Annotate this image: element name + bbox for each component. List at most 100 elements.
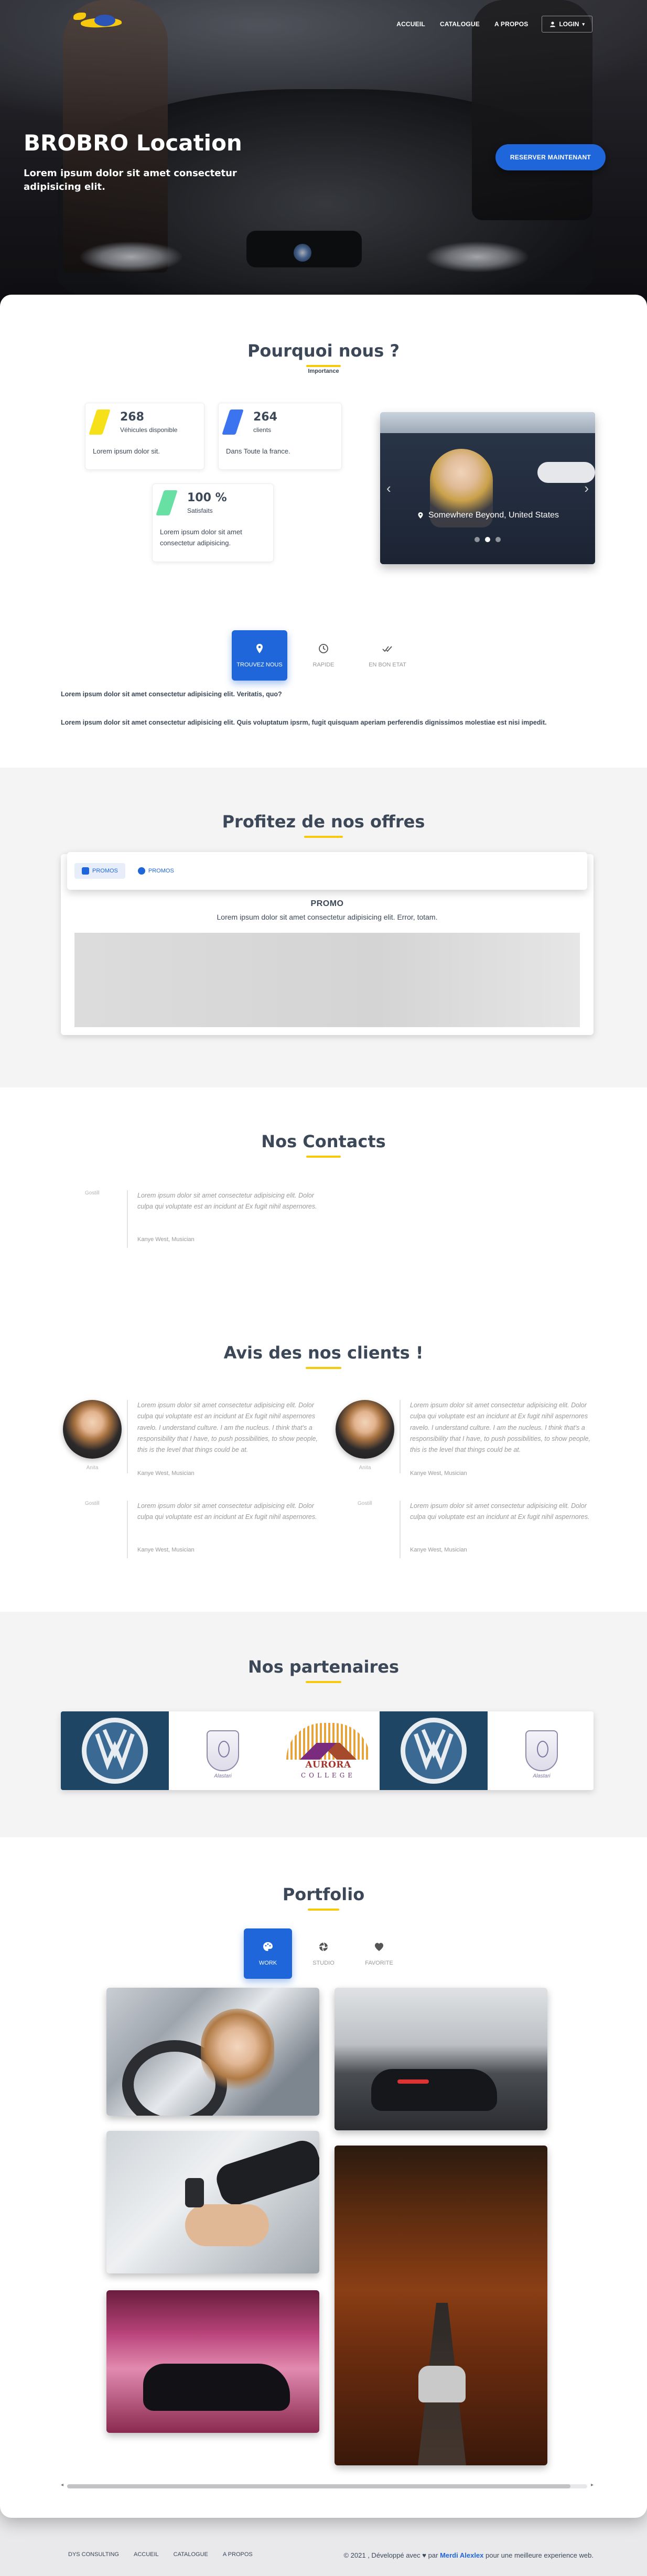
promo-icon	[82, 867, 89, 875]
footer-link-catalogue[interactable]: CATALOGUE	[174, 2551, 208, 2558]
black-car-body	[371, 2069, 497, 2111]
hand	[185, 2204, 269, 2246]
tab-rapide[interactable]: RAPIDE	[296, 630, 351, 681]
tab-work[interactable]: WORK	[244, 1928, 292, 1979]
offers-section: Profitez de nos offres PROMOS PROMOS PRO…	[0, 768, 647, 1087]
nav-links: ACCUEIL CATALOGUE A PROPOS LOGIN ▾	[390, 16, 592, 33]
promo-tab-label: PROMOS	[92, 868, 118, 874]
heart-icon: ♥	[422, 2551, 427, 2559]
tail-light	[397, 2079, 429, 2084]
scroll-thumb[interactable]	[67, 2484, 570, 2488]
black-car	[143, 2364, 290, 2411]
brand-logo[interactable]	[73, 12, 132, 33]
nav-link-accueil[interactable]: ACCUEIL	[390, 16, 432, 32]
carousel-prev-icon[interactable]: ‹	[386, 480, 391, 497]
tab-favorite[interactable]: FAVORITE	[355, 1928, 403, 1979]
reserve-now-button[interactable]: RESERVER MAINTENANT	[495, 144, 606, 170]
why-title: Pourquoi nous ?	[247, 341, 400, 361]
tab-label: FAVORITE	[365, 1960, 393, 1966]
scroll-right-icon[interactable]: ▸	[591, 2482, 594, 2488]
stat-card-vehicles: 268 Véhicules disponible Lorem ipsum dol…	[85, 403, 204, 470]
vw-mark-icon	[95, 1729, 135, 1771]
partners-carousel[interactable]: Alastari AURORA COLLEGE Alastari	[61, 1711, 594, 1790]
vw-logo-icon	[82, 1718, 148, 1784]
double-check-icon	[382, 646, 392, 652]
promo-tabs: PROMOS PROMOS	[67, 852, 587, 890]
contacts-title-underline	[306, 1156, 341, 1158]
vw-mark-icon	[414, 1729, 454, 1771]
portfolio-image-keys[interactable]	[106, 2131, 319, 2273]
reviews-title: Avis des nos clients !	[223, 1343, 424, 1363]
stat-value: 268	[120, 411, 144, 424]
review-author: Kanye West, Musician	[137, 1547, 195, 1553]
why-paragraph-2: Lorem ipsum dolor sit amet consectetur a…	[61, 719, 547, 726]
aurora-college-logo: AURORA COLLEGE	[277, 1711, 380, 1790]
carousel-next-icon[interactable]: ›	[584, 480, 589, 497]
contact-text: Lorem ipsum dolor sit amet consectetur a…	[137, 1192, 317, 1211]
portfolio-title: Portfolio	[282, 1884, 365, 1904]
tab-en-bon-etat[interactable]: EN BON ETAT	[360, 630, 415, 681]
login-dropdown-button[interactable]: LOGIN ▾	[542, 16, 592, 33]
stat-value: 100 %	[187, 491, 227, 504]
carousel-dot[interactable]	[495, 537, 501, 542]
footer-link-a-propos[interactable]: A PROPOS	[223, 2551, 253, 2558]
horizontal-scrollbar[interactable]: ◂ ▸	[61, 2482, 594, 2489]
scroll-left-icon[interactable]: ◂	[61, 2482, 63, 2488]
partners-section: Nos partenaires Alastari AURORA COLLEGE	[0, 1612, 647, 1837]
promo-tab-2[interactable]: PROMOS	[131, 863, 181, 879]
carousel-dot-active[interactable]	[485, 537, 490, 542]
portfolio-image-black-car[interactable]	[335, 1988, 547, 2130]
footer: DYS CONSULTING ACCUEIL CATALOGUE A PROPO…	[0, 2537, 647, 2576]
portfolio-image-autumn-road[interactable]	[335, 2146, 547, 2465]
portfolio-tabs: WORK STUDIO FAVORITE	[0, 1928, 647, 1979]
offers-title: Profitez de nos offres	[222, 812, 425, 832]
heart-icon	[375, 1943, 383, 1951]
portfolio-image-pink-car[interactable]	[106, 2290, 319, 2433]
author-link[interactable]: Merdi Alexlex	[440, 2551, 483, 2559]
image-carousel[interactable]: ‹ › Somewhere Beyond, United States	[380, 412, 595, 564]
hero-subtitle: Lorem ipsum dolor sit amet consectetur a…	[24, 168, 237, 193]
crest-logo: Alastari	[169, 1711, 277, 1790]
partners-title-underline	[306, 1681, 341, 1683]
carousel-photo-hand	[537, 462, 595, 483]
studio-icon	[319, 1942, 328, 1952]
crest-logo-icon	[525, 1730, 558, 1771]
tab-studio[interactable]: STUDIO	[299, 1928, 348, 1979]
clock-icon	[319, 644, 328, 653]
stat-label: Véhicules disponible	[120, 426, 178, 434]
logo-circle-icon	[94, 15, 115, 26]
promo-card: PROMOS PROMOS PROMO Lorem ipsum dolor si…	[61, 852, 594, 1035]
nav-link-a-propos[interactable]: A PROPOS	[488, 16, 535, 32]
stat-icon-yellow	[89, 409, 111, 435]
carousel-caption: Somewhere Beyond, United States	[417, 511, 559, 520]
promo-tab-1[interactable]: PROMOS	[74, 863, 125, 879]
review-text: Lorem ipsum dolor sit amet consectetur a…	[410, 1502, 590, 1521]
tab-label: WORK	[258, 1960, 277, 1966]
copyright-suffix: pour une meilleure experience web.	[486, 2551, 594, 2559]
avatar	[336, 1400, 394, 1459]
copyright-mid: par	[428, 2551, 438, 2559]
footer-link-dys-consulting[interactable]: DYS CONSULTING	[68, 2551, 119, 2558]
tab-trouvez-nous[interactable]: TROUVEZ NOUS	[232, 630, 287, 681]
reviews-title-underline	[306, 1367, 341, 1369]
portfolio-title-underline	[308, 1909, 339, 1911]
why-paragraph-1: Lorem ipsum dolor sit amet consectetur a…	[61, 691, 282, 698]
why-tabs: TROUVEZ NOUS RAPIDE EN BON ETAT	[0, 630, 647, 681]
carousel-photo-sky	[380, 412, 595, 434]
page: ACCUEIL CATALOGUE A PROPOS LOGIN ▾ BROBR…	[0, 0, 647, 2576]
footer-link-accueil[interactable]: ACCUEIL	[134, 2551, 159, 2558]
logo-wing-icon	[73, 13, 86, 20]
crest-logo-icon	[207, 1730, 239, 1771]
contact-divider	[127, 1190, 128, 1248]
footer-copyright: © 2021 , Développé avec ♥ par Merdi Alex…	[343, 2551, 594, 2559]
review-text: Lorem ipsum dolor sit amet consectetur a…	[137, 1502, 317, 1521]
tab-label: EN BON ETAT	[369, 662, 406, 668]
sleeve	[212, 2137, 319, 2209]
review-divider	[400, 1501, 401, 1558]
carousel-dot[interactable]	[475, 537, 480, 542]
portfolio-image-woman-driving[interactable]	[106, 1988, 319, 2116]
tab-label: RAPIDE	[312, 662, 335, 668]
nav-link-catalogue[interactable]: CATALOGUE	[434, 16, 486, 32]
promo-tab-label: PROMOS	[148, 868, 174, 874]
stat-card-clients: 264 clients Dans Toute la france.	[218, 403, 342, 470]
